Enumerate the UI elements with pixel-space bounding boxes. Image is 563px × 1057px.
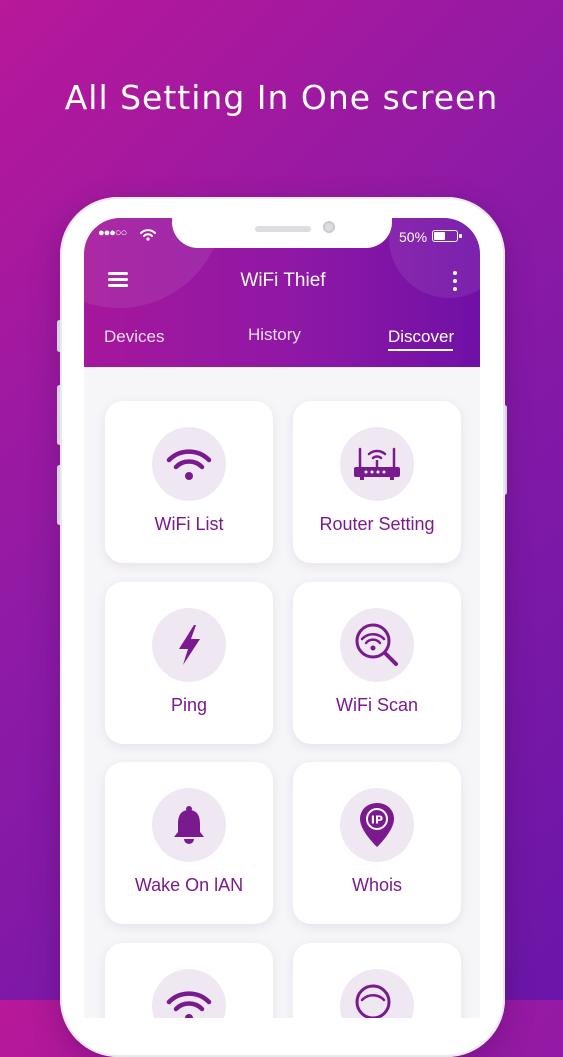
wifi-status-icon — [140, 228, 156, 246]
tile-wifi-scan[interactable]: WiFi Scan — [293, 582, 461, 744]
app-title: WiFi Thief — [240, 270, 326, 291]
hamburger-menu-icon[interactable] — [108, 272, 128, 288]
wifi-icon — [152, 969, 226, 1018]
tile-partial[interactable] — [293, 943, 461, 1018]
more-options-icon[interactable] — [452, 271, 458, 291]
signal-strength: ●●●○○ — [98, 227, 127, 239]
lightning-icon — [152, 608, 226, 682]
tile-wifi-list[interactable]: WiFi List — [105, 401, 273, 563]
bell-icon — [152, 788, 226, 862]
ip-location-icon: IP — [340, 788, 414, 862]
phone-speaker — [255, 226, 311, 232]
tile-label: Wake On lAN — [134, 875, 244, 895]
tab-devices[interactable]: Devices — [104, 327, 164, 347]
tile-label: Whois — [351, 875, 402, 895]
headline: All Setting In One screen — [64, 78, 499, 117]
tile-partial[interactable] — [105, 943, 273, 1018]
active-tab-indicator — [388, 349, 453, 351]
tile-whois[interactable]: IP Whois — [293, 762, 461, 924]
phone-camera — [323, 221, 335, 233]
tile-label: Router Setting — [319, 514, 435, 534]
battery-percent: 50% — [399, 229, 428, 245]
tile-label: WiFi List — [154, 514, 224, 534]
tab-discover[interactable]: Discover — [388, 327, 454, 347]
tile-label: Ping — [170, 695, 208, 715]
router-icon — [340, 427, 414, 501]
tile-label: WiFi Scan — [335, 695, 418, 715]
battery-icon — [432, 230, 462, 242]
tile-ping[interactable]: Ping — [105, 582, 273, 744]
wifi-scan-icon — [340, 608, 414, 682]
tile-wake-on-lan[interactable]: Wake On lAN — [105, 762, 273, 924]
battery-fill — [434, 232, 445, 240]
wifi-icon — [152, 427, 226, 501]
wifi-scan-icon — [340, 969, 414, 1018]
svg-text:IP: IP — [371, 814, 383, 827]
tab-history[interactable]: History — [248, 325, 301, 345]
tile-router-setting[interactable]: Router Setting — [293, 401, 461, 563]
